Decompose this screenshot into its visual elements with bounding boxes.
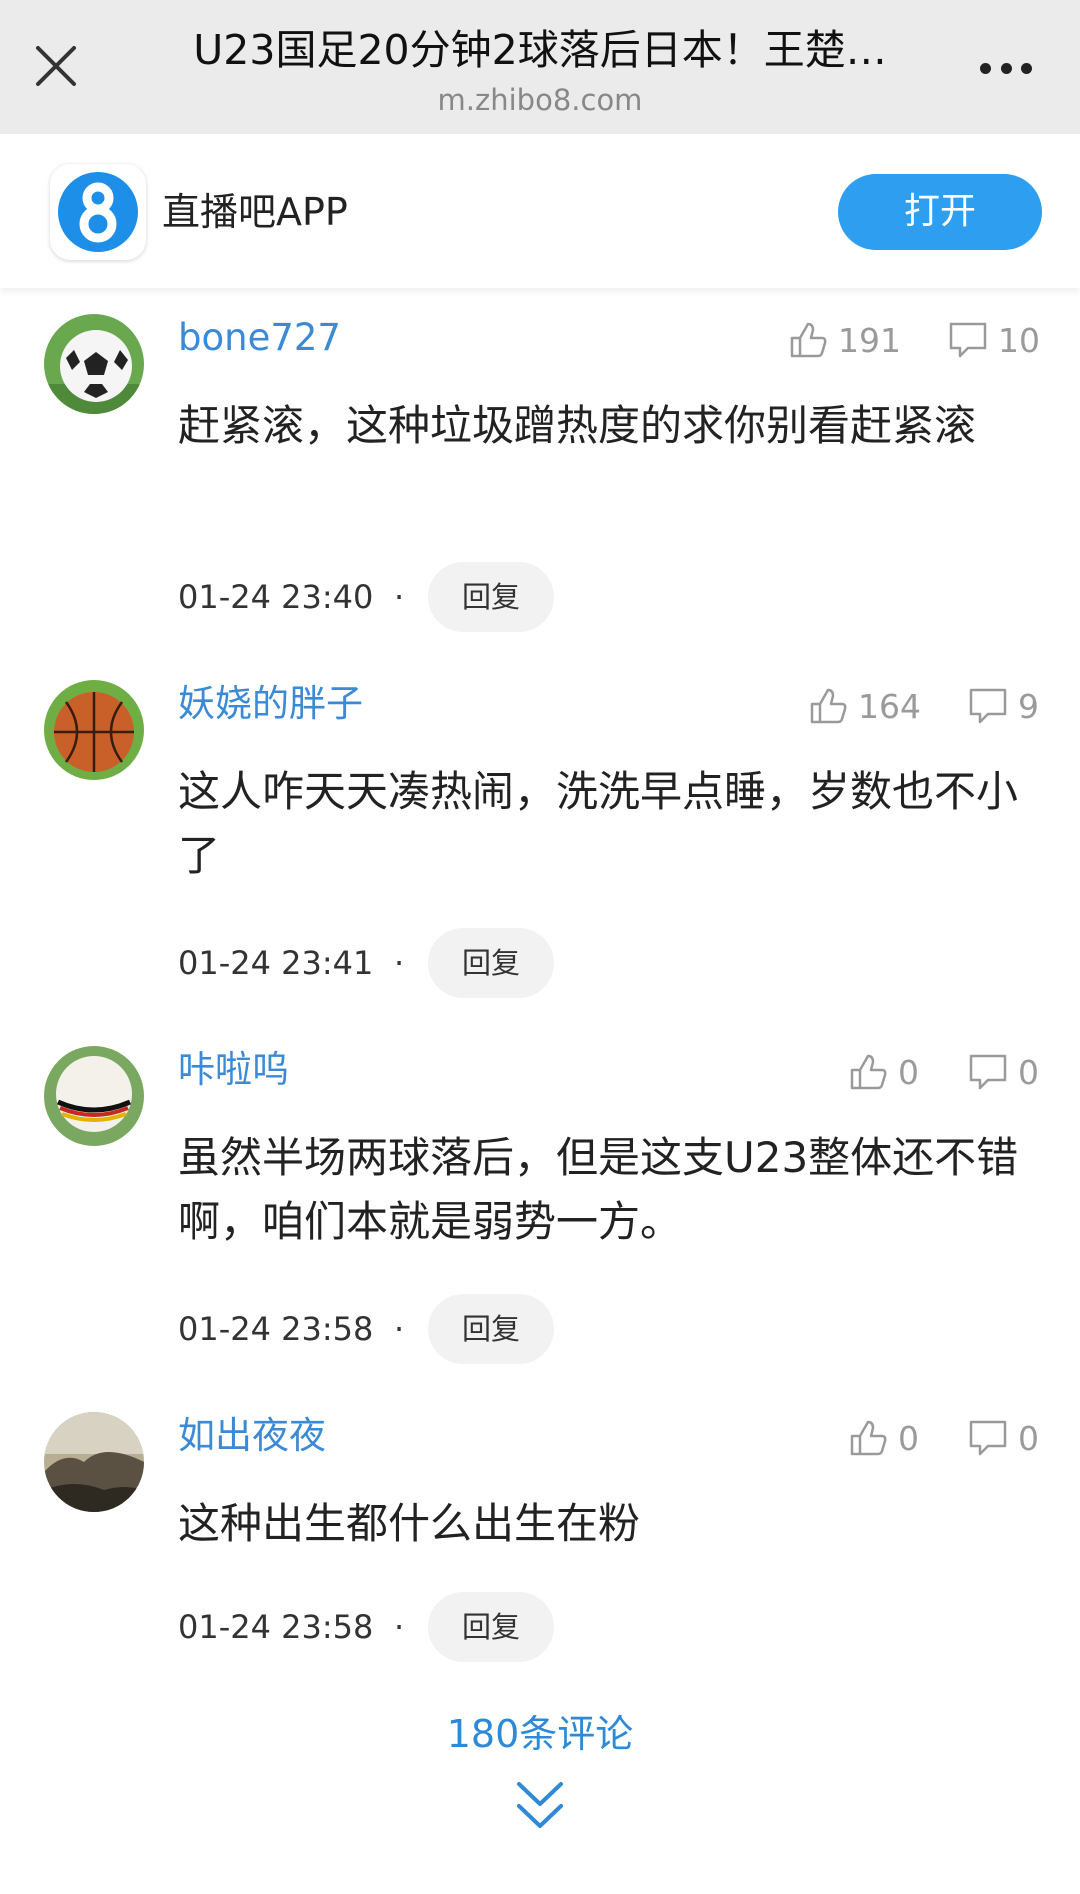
comment-icon [969,1054,1007,1090]
separator-dot: · [394,1310,405,1348]
app-download-banner: 直播吧APP 打开 [0,134,1080,288]
more-comments-link[interactable]: 180条评论 [0,1706,1080,1762]
comment-text: 赶紧滚，这种垃圾蹭热度的求你别看赶紧滚 [178,401,977,450]
separator-dot: · [394,944,405,982]
thumbs-up-icon [790,322,827,358]
app-logo [50,164,146,260]
more-dot-icon [1000,62,1012,74]
like-button[interactable]: 191 [786,316,901,364]
open-app-button[interactable]: 打开 [838,174,1042,250]
reply-button[interactable]: 回复 [428,928,554,998]
avatar[interactable] [44,680,144,780]
avatar[interactable] [44,1046,144,1146]
reply-count-button[interactable]: 10 [946,316,1040,364]
close-button[interactable] [28,38,84,94]
landscape-avatar-icon [44,1412,144,1512]
separator-dot: · [394,578,405,616]
username[interactable]: 妖娆的胖子 [178,680,363,728]
more-dot-icon [1021,62,1032,74]
reply-count: 9 [1018,686,1039,726]
reply-button[interactable]: 回复 [428,1294,554,1364]
comment-time: 01-24 23:41 [178,944,374,982]
reply-count-button[interactable]: 0 [966,1414,1039,1462]
reply-button[interactable]: 回复 [428,1592,554,1662]
like-count: 0 [898,1418,919,1458]
reply-button[interactable]: 回复 [428,562,554,632]
like-count: 164 [858,686,921,726]
username[interactable]: bone727 [178,314,341,362]
zhibo8-logo-icon [58,172,138,252]
avatar[interactable] [44,1412,144,1512]
like-count: 191 [838,320,901,360]
page-domain: m.zhibo8.com [437,83,643,117]
comment-icon [949,322,987,358]
separator-dot: · [394,1608,405,1646]
comment-time: 01-24 23:40 [178,578,374,616]
close-icon [36,46,76,86]
comment-icon [969,688,1007,724]
username[interactable]: 咔啦呜 [178,1046,289,1094]
double-chevron-down-icon [517,1782,563,1828]
reply-count: 0 [1018,1052,1039,1092]
more-options-button[interactable] [974,40,1038,96]
comment-text: 虽然半场两球落后，但是这支U23整体还不错啊，咱们本就是弱势一方。 [178,1133,1019,1246]
reply-count-button[interactable]: 9 [966,682,1039,730]
like-count: 0 [898,1052,919,1092]
soccer-ball-avatar-icon [44,314,144,414]
username[interactable]: 如出夜夜 [178,1412,326,1460]
comment-text: 这种出生都什么出生在粉 [178,1499,641,1548]
basketball-avatar-icon [44,680,144,780]
reply-count: 10 [998,320,1040,360]
thumbs-up-icon [850,1054,887,1090]
reply-count: 0 [1018,1418,1039,1458]
comment-time: 01-24 23:58 [178,1608,374,1646]
page-title: U23国足20分钟2球落后日本！王楚… [193,26,887,74]
like-button[interactable]: 0 [846,1414,919,1462]
expand-comments-button[interactable] [513,1776,567,1836]
avatar[interactable] [44,314,144,414]
ball-avatar-icon [44,1046,144,1146]
like-button[interactable]: 0 [846,1048,919,1096]
app-name: 直播吧APP [162,190,348,234]
like-button[interactable]: 164 [806,682,921,730]
thumbs-up-icon [810,688,847,724]
comment-time: 01-24 23:58 [178,1310,374,1348]
comment-icon [969,1420,1007,1456]
more-dot-icon [980,62,991,74]
browser-top-bar: U23国足20分钟2球落后日本！王楚… m.zhibo8.com [0,0,1080,134]
reply-count-button[interactable]: 0 [966,1048,1039,1096]
comment-text: 这人咋天天凑热闹，洗洗早点睡，岁数也不小了 [178,767,1019,880]
thumbs-up-icon [850,1420,887,1456]
